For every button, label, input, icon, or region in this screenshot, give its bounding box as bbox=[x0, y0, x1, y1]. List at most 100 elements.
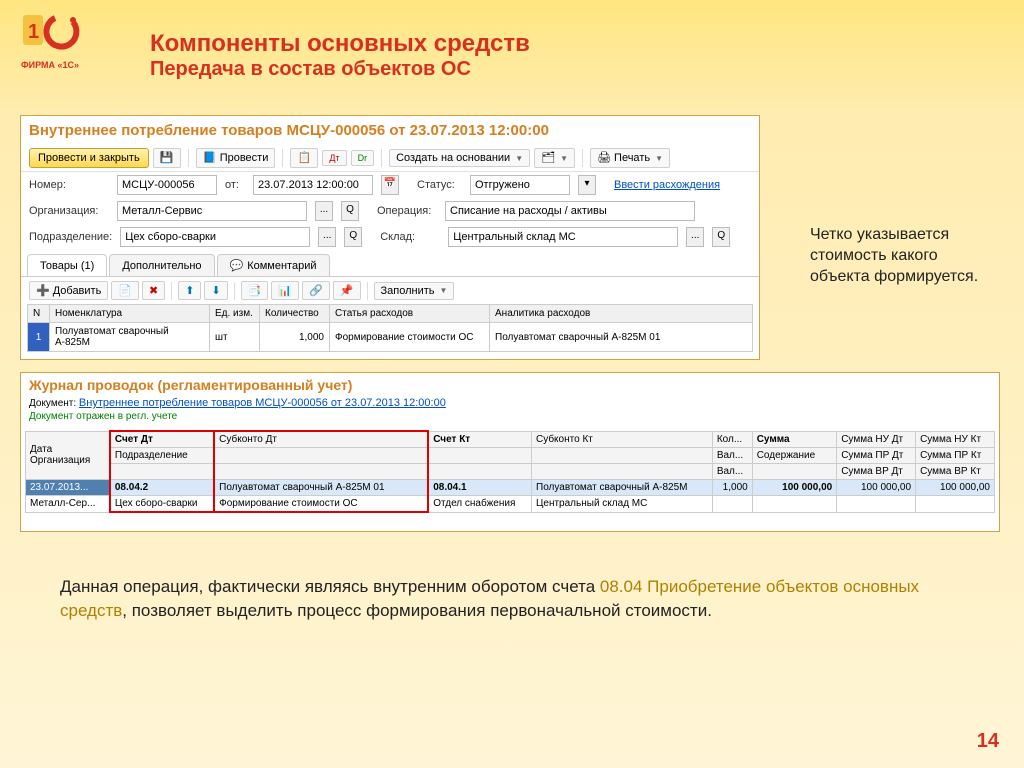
subdiv-field[interactable] bbox=[120, 227, 310, 247]
copy-button[interactable]: 📄 bbox=[111, 281, 139, 300]
number-label: Номер: bbox=[29, 179, 109, 191]
jr-qty: 1,000 bbox=[712, 480, 752, 496]
jr-dt: 08.04.2 bbox=[110, 480, 214, 496]
oper-field[interactable] bbox=[445, 201, 695, 221]
tab-additional[interactable]: Дополнительно bbox=[109, 254, 214, 276]
org-choose-button[interactable]: ... bbox=[315, 201, 333, 221]
subdiv-label: Подразделение: bbox=[29, 231, 112, 243]
cell-nom: Полуавтомат сварочный А-825М bbox=[50, 323, 210, 352]
org-open-button[interactable]: Q bbox=[341, 201, 359, 221]
save-button[interactable]: 💾 bbox=[153, 148, 181, 168]
status-field[interactable] bbox=[470, 175, 570, 195]
status-dd-button[interactable]: ▾ bbox=[578, 175, 596, 195]
jr-kt-dept: Отдел снабжения bbox=[428, 496, 531, 513]
action2-button[interactable]: 📊 bbox=[271, 281, 299, 300]
journal-doc-link[interactable]: Внутреннее потребление товаров МСЦУ-0000… bbox=[79, 397, 446, 409]
jr-sub-dt2: Формирование стоимости ОС bbox=[214, 496, 428, 513]
calendar-button[interactable]: 📅 bbox=[381, 175, 399, 195]
action4-button[interactable]: 📌 bbox=[333, 281, 361, 300]
copy-icon: 📄 bbox=[118, 284, 132, 297]
jr-kt: 08.04.1 bbox=[428, 480, 531, 496]
journal-table: ДатаОрганизация Счет Дт Субконто Дт Счет… bbox=[25, 430, 995, 513]
col-qty: Количество bbox=[260, 305, 330, 323]
jr-org: Металл-Сер... bbox=[26, 496, 110, 513]
header-title: Компоненты основных средств bbox=[150, 30, 530, 58]
jr-subdiv: Цех сборо-сварки bbox=[110, 496, 214, 513]
journal-row[interactable]: 23.07.2013... 08.04.2 Полуавтомат свароч… bbox=[26, 480, 995, 496]
journal-title: Журнал проводок (регламентированный учет… bbox=[21, 373, 999, 397]
logo-text: ФИРМА «1С» bbox=[15, 60, 85, 70]
post-and-close-button[interactable]: Провести и закрыть bbox=[29, 148, 149, 168]
delete-icon: ✖ bbox=[149, 284, 158, 297]
struct-button[interactable]: 🗂▼ bbox=[534, 148, 575, 168]
jh-pr-kt: Сумма ПР Кт bbox=[916, 448, 995, 464]
number-field[interactable] bbox=[117, 175, 217, 195]
goods-toolbar: ➕Добавить 📄 ✖ ⬆ ⬇ 📑 📊 🔗 📌 Заполнить▼ bbox=[21, 277, 759, 304]
status-label: Статус: bbox=[417, 179, 462, 191]
1c-logo-icon: 1 bbox=[15, 10, 85, 55]
delete-button[interactable]: ✖ bbox=[142, 281, 165, 300]
report-icon: 📋 bbox=[297, 151, 311, 165]
jh-cur: Вал... bbox=[712, 448, 752, 464]
a1-icon: 📑 bbox=[248, 284, 262, 297]
jr-sub-kt2: Центральный склад МС bbox=[532, 496, 713, 513]
table-row[interactable]: 1 Полуавтомат сварочный А-825М шт 1,000 … bbox=[28, 323, 753, 352]
subdiv-choose-button[interactable]: ... bbox=[318, 227, 336, 247]
col-n: N bbox=[28, 305, 50, 323]
date-field[interactable] bbox=[253, 175, 373, 195]
add-button[interactable]: ➕Добавить bbox=[29, 281, 108, 300]
subdiv-open-button[interactable]: Q bbox=[344, 227, 362, 247]
fill-button[interactable]: Заполнить▼ bbox=[374, 282, 455, 300]
drcr-icon: Dr bbox=[358, 153, 368, 163]
warehouse-label: Склад: bbox=[380, 231, 440, 243]
wh-choose-button[interactable]: ... bbox=[686, 227, 704, 247]
tab-comment[interactable]: 💬Комментарий bbox=[217, 254, 330, 276]
jr-sub-kt: Полуавтомат сварочный А-825М bbox=[532, 480, 713, 496]
tab-goods[interactable]: Товары (1) bbox=[27, 254, 107, 276]
move-down-button[interactable]: ⬇ bbox=[204, 281, 227, 300]
journal-status: Документ отражен в регл. учете bbox=[21, 411, 999, 426]
print-icon: 🖨 bbox=[597, 151, 611, 165]
jh-date: ДатаОрганизация bbox=[26, 431, 110, 480]
jr-date: 23.07.2013... bbox=[26, 480, 110, 496]
jr-sub-dt: Полуавтомат сварочный А-825М 01 bbox=[214, 480, 428, 496]
note-bottom: Данная операция, фактически являясь внут… bbox=[60, 575, 960, 623]
jr-nu-dt: 100 000,00 bbox=[837, 480, 916, 496]
org-label: Организация: bbox=[29, 205, 109, 217]
action3-button[interactable]: 🔗 bbox=[302, 281, 330, 300]
goods-table: N Номенклатура Ед. изм. Количество Стать… bbox=[27, 304, 753, 352]
jh-content: Содержание bbox=[752, 448, 837, 464]
move-up-button[interactable]: ⬆ bbox=[178, 281, 201, 300]
col-unit: Ед. изм. bbox=[210, 305, 260, 323]
cell-expitem: Формирование стоимости ОС bbox=[330, 323, 490, 352]
create-based-button[interactable]: Создать на основании▼ bbox=[389, 149, 530, 167]
a4-icon: 📌 bbox=[340, 284, 354, 297]
note-right: Четко указывается стоимость какого объек… bbox=[810, 225, 1000, 287]
dr-cr-button[interactable]: Dr bbox=[351, 150, 375, 166]
cell-qty: 1,000 bbox=[260, 323, 330, 352]
cell-unit: шт bbox=[210, 323, 260, 352]
report-button[interactable]: 📋 bbox=[290, 148, 318, 168]
up-icon: ⬆ bbox=[185, 284, 194, 297]
jh-nu-kt: Сумма НУ Кт bbox=[916, 431, 995, 448]
header-subtitle: Передача в состав объектов ОС bbox=[150, 58, 530, 81]
jh-sub-kt: Субконто Кт bbox=[532, 431, 713, 448]
journal-row2[interactable]: Металл-Сер... Цех сборо-сварки Формирова… bbox=[26, 496, 995, 513]
col-expitem: Статья расходов bbox=[330, 305, 490, 323]
discrepancy-link[interactable]: Ввести расхождения bbox=[614, 179, 720, 191]
org-field[interactable] bbox=[117, 201, 307, 221]
post-button[interactable]: 📘Провести bbox=[196, 148, 276, 168]
jh-vr-dt: Сумма ВР Дт bbox=[837, 464, 916, 480]
action1-button[interactable]: 📑 bbox=[241, 281, 269, 300]
print-button[interactable]: 🖨Печать▼ bbox=[590, 148, 670, 168]
a3-icon: 🔗 bbox=[309, 284, 323, 297]
dt-kt-button[interactable]: Дт bbox=[322, 150, 346, 166]
jh-nu-dt: Сумма НУ Дт bbox=[837, 431, 916, 448]
cell-analytic: Полуавтомат сварочный А-825М 01 bbox=[490, 323, 753, 352]
jr-nu-kt: 100 000,00 bbox=[916, 480, 995, 496]
wh-open-button[interactable]: Q bbox=[712, 227, 730, 247]
logo: 1 ФИРМА «1С» bbox=[15, 10, 85, 70]
warehouse-field[interactable] bbox=[448, 227, 678, 247]
journal-panel: Журнал проводок (регламентированный учет… bbox=[20, 372, 1000, 532]
svg-text:1: 1 bbox=[28, 21, 39, 43]
